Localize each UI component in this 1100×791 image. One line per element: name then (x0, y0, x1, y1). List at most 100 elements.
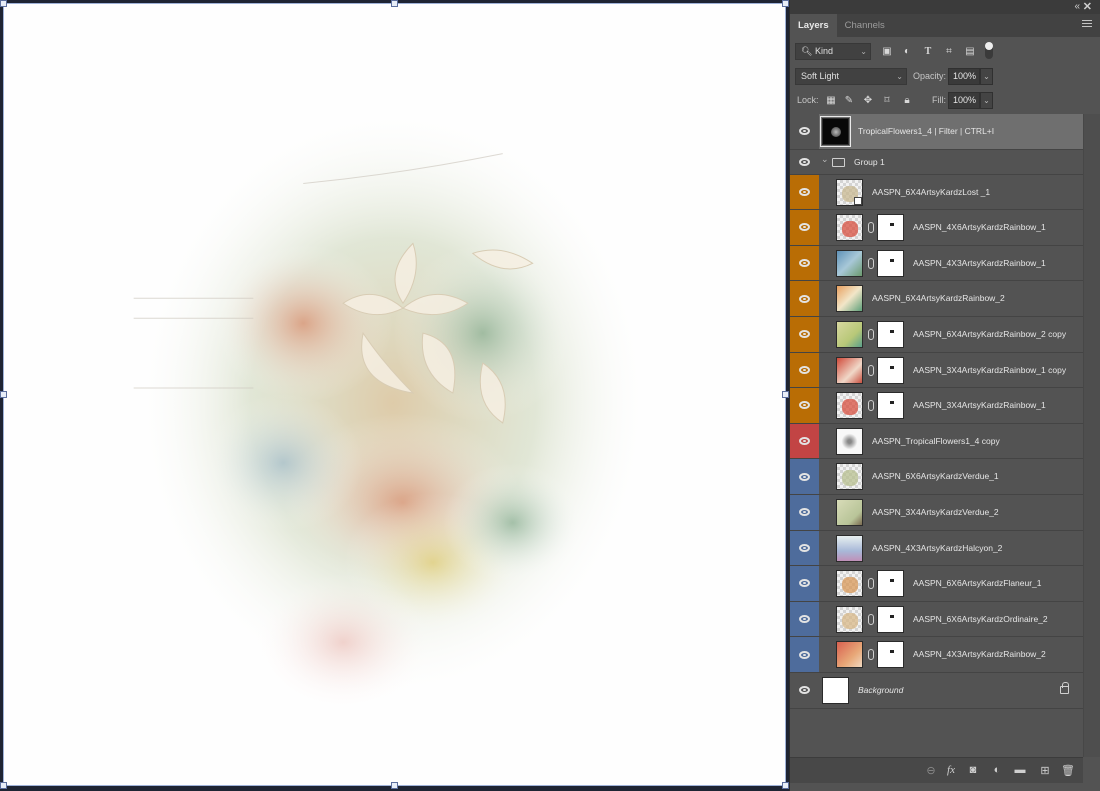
visibility-toggle[interactable] (790, 601, 819, 637)
layer-name[interactable]: Group 1 (854, 150, 885, 175)
layer-name[interactable]: AASPN_3X4ArtsyKardzRainbow_1 (913, 388, 1046, 423)
layer-thumbnail[interactable] (836, 534, 863, 562)
layer-mask-thumbnail[interactable] (877, 605, 904, 633)
mask-link-icon[interactable] (868, 400, 874, 412)
filter-toggle-icon[interactable] (985, 42, 993, 59)
mask-link-icon[interactable] (868, 613, 874, 625)
filter-kind-dropdown[interactable]: 🔍︎ Kind ⌄ (795, 43, 871, 60)
transform-handle-top-center[interactable] (391, 0, 398, 7)
layer-thumbnail[interactable] (836, 427, 863, 455)
layer-name[interactable]: TropicalFlowers1_4 | Filter | CTRL+I (858, 114, 994, 149)
layer-name[interactable]: AASPN_3X4ArtsyKardzVerdue_2 (872, 495, 999, 530)
fill-dropdown-button[interactable]: ⌄ (980, 92, 993, 109)
layer-row[interactable]: Background (790, 672, 1083, 709)
visibility-toggle[interactable] (790, 494, 819, 530)
layer-name[interactable]: AASPN_4X3ArtsyKardzHalcyon_2 (872, 531, 1002, 566)
new-layer-icon[interactable]: ⊞ (1037, 764, 1053, 777)
layer-row[interactable]: AASPN_6X6ArtsyKardzVerdue_1 (790, 459, 1083, 495)
layer-row[interactable]: AASPN_6X6ArtsyKardzOrdinaire_2 (790, 601, 1083, 638)
layer-name[interactable]: AASPN_4X3ArtsyKardzRainbow_2 (913, 637, 1046, 672)
visibility-toggle[interactable] (790, 174, 819, 210)
layer-thumbnail[interactable] (836, 214, 863, 242)
layer-row[interactable]: AASPN_3X4ArtsyKardzVerdue_2 (790, 494, 1083, 531)
visibility-toggle[interactable] (790, 316, 819, 352)
mask-link-icon[interactable] (868, 222, 874, 234)
layer-thumbnail[interactable] (836, 605, 863, 633)
layer-group-row[interactable]: ⌄ Group 1 (790, 149, 1083, 175)
visibility-toggle[interactable] (790, 281, 819, 316)
mask-link-icon[interactable] (868, 257, 874, 269)
transform-handle-bottom-left[interactable] (0, 782, 7, 789)
new-group-icon[interactable]: ▬ (1012, 764, 1028, 776)
type-filter-icon[interactable]: T (921, 45, 935, 59)
layer-name[interactable]: AASPN_TropicalFlowers1_4 copy (872, 424, 1000, 459)
layer-thumbnail[interactable] (836, 285, 863, 313)
layer-row[interactable]: AASPN_4X6ArtsyKardzRainbow_1 (790, 210, 1083, 246)
transform-handle-top-left[interactable] (0, 0, 7, 7)
lock-all-icon[interactable]: 🔒︎ (900, 94, 914, 108)
layer-thumbnail[interactable] (820, 116, 851, 147)
layer-mask-thumbnail[interactable] (877, 356, 904, 384)
delete-layer-icon[interactable]: 🗑 (1060, 764, 1076, 777)
layer-row[interactable]: AASPN_6X6ArtsyKardzFlaneur_1 (790, 566, 1083, 602)
visibility-toggle[interactable] (790, 637, 819, 672)
layer-name[interactable]: AASPN_6X6ArtsyKardzOrdinaire_2 (913, 602, 1048, 637)
link-layers-icon[interactable]: ⊖ (923, 764, 939, 777)
opacity-input[interactable]: 100% (948, 68, 980, 85)
visibility-toggle[interactable] (790, 459, 819, 494)
layer-name[interactable]: AASPN_6X4ArtsyKardzLost _1 (872, 175, 990, 210)
lock-artboard-icon[interactable]: ⌑ (880, 94, 894, 108)
transform-handle-middle-right[interactable] (782, 391, 789, 398)
layer-name[interactable]: AASPN_4X6ArtsyKardzRainbow_1 (913, 210, 1046, 245)
transform-handle-bottom-right[interactable] (782, 782, 789, 789)
layer-name[interactable]: Background (858, 673, 903, 708)
layer-mask-thumbnail[interactable] (877, 320, 904, 348)
adjustment-layer-icon[interactable]: ◐ (989, 764, 1005, 776)
layer-row[interactable]: AASPN_6X4ArtsyKardzRainbow_2 (790, 281, 1083, 317)
close-panel-icon[interactable]: ✕ (1083, 0, 1092, 13)
transform-handle-top-right[interactable] (782, 0, 789, 7)
layer-row[interactable]: AASPN_6X4ArtsyKardzRainbow_2 copy (790, 316, 1083, 353)
layer-thumbnail[interactable] (836, 392, 863, 420)
transform-handle-bottom-center[interactable] (391, 782, 398, 789)
layer-name[interactable]: AASPN_6X6ArtsyKardzVerdue_1 (872, 459, 999, 494)
transform-handle-middle-left[interactable] (0, 391, 7, 398)
layer-thumbnail[interactable] (836, 498, 863, 526)
lock-image-pixels-icon[interactable]: ✎ (842, 94, 856, 108)
mask-link-icon[interactable] (868, 364, 874, 376)
layer-thumbnail[interactable] (822, 676, 849, 704)
layer-thumbnail[interactable] (836, 320, 863, 348)
layer-row[interactable]: AASPN_3X4ArtsyKardzRainbow_1 (790, 388, 1083, 424)
layer-mask-thumbnail[interactable] (877, 641, 904, 669)
layer-mask-thumbnail[interactable] (877, 392, 904, 420)
layer-row[interactable]: TropicalFlowers1_4 | Filter | CTRL+I (790, 114, 1083, 150)
pixel-filter-icon[interactable]: ▣ (880, 45, 894, 59)
layer-mask-thumbnail[interactable] (877, 214, 904, 242)
panel-menu-icon[interactable] (1082, 20, 1092, 29)
layer-thumbnail[interactable] (836, 570, 863, 598)
layer-thumbnail[interactable] (836, 356, 863, 384)
visibility-toggle[interactable] (790, 210, 819, 245)
collapse-panel-icon[interactable]: « (1074, 1, 1079, 12)
add-mask-icon[interactable]: ◙ (965, 764, 981, 776)
visibility-toggle[interactable] (790, 149, 819, 174)
visibility-toggle[interactable] (790, 114, 819, 149)
layer-mask-thumbnail[interactable] (877, 249, 904, 277)
tab-layers[interactable]: Layers (790, 14, 837, 37)
smart-object-filter-icon[interactable]: ▤ (963, 45, 977, 59)
visibility-toggle[interactable] (790, 245, 819, 281)
layer-thumbnail[interactable] (836, 249, 863, 277)
opacity-dropdown-button[interactable]: ⌄ (980, 68, 993, 85)
layer-row[interactable]: AASPN_6X4ArtsyKardzLost _1 (790, 174, 1083, 211)
mask-link-icon[interactable] (868, 328, 874, 340)
layer-thumbnail[interactable] (836, 641, 863, 669)
group-expand-chevron-icon[interactable]: ⌄ (821, 154, 829, 165)
layer-thumbnail[interactable] (836, 463, 863, 491)
layer-mask-thumbnail[interactable] (877, 570, 904, 598)
lock-position-icon[interactable]: ✥ (861, 94, 875, 108)
document-canvas[interactable] (3, 3, 786, 786)
visibility-toggle[interactable] (790, 423, 819, 459)
layer-row[interactable]: AASPN_4X3ArtsyKardzRainbow_1 (790, 245, 1083, 282)
layer-style-icon[interactable]: fx (943, 764, 959, 776)
visibility-toggle[interactable] (790, 352, 819, 388)
